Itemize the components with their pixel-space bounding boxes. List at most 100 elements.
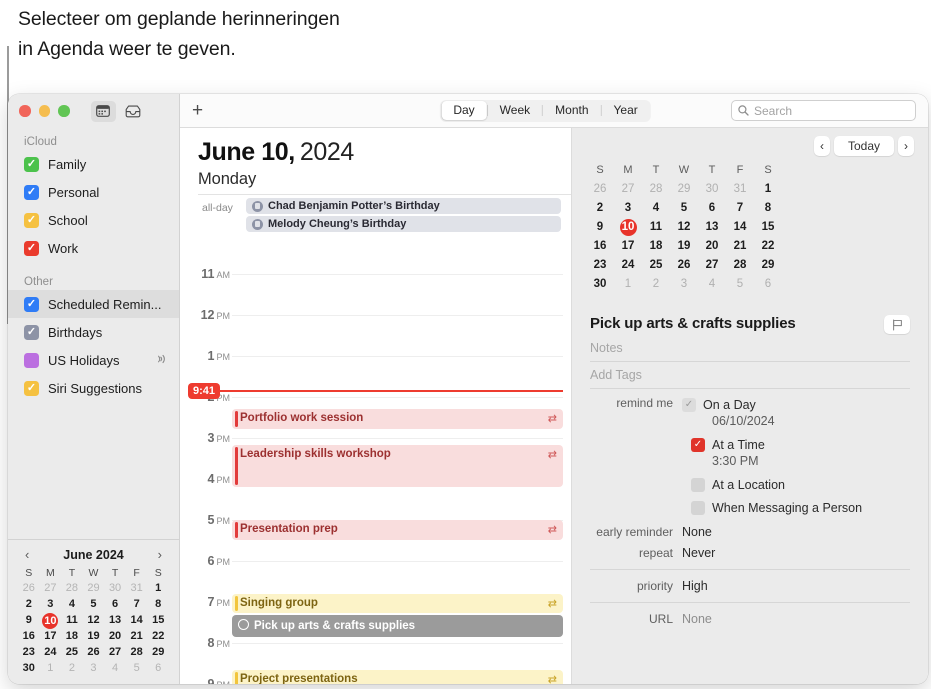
maximize-button[interactable] [58,105,70,117]
calendar-day[interactable]: 17 [614,238,642,255]
all-day-event[interactable]: Melody Cheung’s Birthday [246,216,561,232]
calendar-day[interactable]: 1 [40,661,62,676]
calendar-day[interactable]: 1 [147,581,169,596]
calendar-day[interactable]: 19 [83,629,105,644]
calendar-day[interactable]: 29 [670,181,698,198]
calendar-day[interactable]: 26 [83,645,105,660]
tags-field[interactable]: Add Tags [590,362,910,388]
calendar-day[interactable]: 11 [61,613,83,628]
at-a-time-value[interactable]: 3:30 PM [590,454,910,468]
calendar-day[interactable]: 5 [83,597,105,612]
calendar-day[interactable]: 5 [126,661,148,676]
calendar-day-today[interactable]: 10 [40,613,62,629]
calendar-day[interactable]: 24 [40,645,62,660]
calendar-day[interactable]: 7 [726,200,754,217]
calendar-day[interactable]: 25 [642,257,670,274]
calendar-day[interactable]: 20 [104,629,126,644]
minimize-button[interactable] [38,105,50,117]
calendar-day[interactable]: 12 [670,219,698,236]
sidebar-item-birthdays[interactable]: ✓ Birthdays [8,318,179,346]
calendar-day[interactable]: 13 [104,613,126,628]
calendar-day[interactable]: 24 [614,257,642,274]
checkbox-at-a-location[interactable] [691,478,705,492]
mini-calendar-prev-button[interactable]: ‹ [22,547,32,562]
checkbox-school[interactable]: ✓ [24,212,39,228]
calendar-day[interactable]: 26 [18,581,40,596]
notes-field[interactable]: Notes [590,341,910,361]
checkbox-personal[interactable]: ✓ [24,184,39,200]
calendar-day[interactable]: 13 [698,219,726,236]
calendar-day[interactable]: 2 [18,597,40,612]
calendar-day[interactable]: 23 [18,645,40,660]
calendar-day[interactable]: 23 [586,257,614,274]
sidebar-item-siri-suggestions[interactable]: ✓ Siri Suggestions [8,374,179,402]
calendar-day[interactable]: 3 [670,276,698,293]
calendar-day[interactable]: 4 [104,661,126,676]
calendar-day[interactable]: 8 [147,597,169,612]
previous-day-button[interactable]: ‹ [813,136,830,156]
flag-button[interactable] [884,315,910,334]
calendar-day[interactable]: 20 [698,238,726,255]
calendar-day[interactable]: 30 [698,181,726,198]
calendar-day[interactable]: 18 [61,629,83,644]
todo-checkbox-icon[interactable] [238,619,249,630]
on-a-day-option[interactable]: ✓ On a Day [682,398,756,412]
sidebar-item-school[interactable]: ✓ School [8,206,179,234]
calendar-day[interactable]: 2 [61,661,83,676]
checkbox-family[interactable]: ✓ [24,156,39,172]
add-event-button[interactable]: + [192,101,203,120]
calendar-day[interactable]: 14 [126,613,148,628]
early-reminder-value[interactable]: None [682,525,712,539]
calendar-day[interactable]: 28 [726,257,754,274]
sidebar-item-scheduled-reminders[interactable]: ✓ Scheduled Remin... [8,290,179,318]
checkbox-siri-suggestions[interactable]: ✓ [24,380,39,396]
checkbox-when-messaging[interactable] [691,501,705,515]
calendar-day[interactable]: 26 [586,181,614,198]
calendar-day[interactable]: 21 [126,629,148,644]
sidebar-item-family[interactable]: ✓ Family [8,150,179,178]
calendar-day[interactable]: 28 [61,581,83,596]
calendar-day[interactable]: 11 [642,219,670,236]
calendar-day[interactable]: 27 [40,581,62,596]
calendar-day[interactable]: 3 [40,597,62,612]
checkbox-scheduled-reminders[interactable]: ✓ [24,296,39,312]
calendar-day[interactable]: 6 [104,597,126,612]
on-a-day-value[interactable]: 06/10/2024 [590,414,910,428]
calendar-day[interactable]: 6 [698,200,726,217]
calendar-day[interactable]: 5 [726,276,754,293]
at-a-time-option[interactable]: ✓ At a Time [691,438,765,452]
calendar-day[interactable]: 15 [754,219,782,236]
calendar-view-icon[interactable] [90,100,116,122]
calendar-day-today[interactable]: 10 [614,219,642,236]
calendar-day[interactable]: 9 [18,613,40,628]
day-grid[interactable]: 11AM12PM1PM2PM3PM4PM5PM6PM7PM8PM9PM 9:41… [180,235,571,684]
tab-week[interactable]: Week [488,101,542,120]
priority-value[interactable]: High [682,579,708,593]
event-project-presentations[interactable]: Project presentations 5 – 7PM ⇄ [232,670,563,684]
checkbox-at-a-time[interactable]: ✓ [691,438,705,452]
repeat-value[interactable]: Never [682,546,715,560]
calendar-day[interactable]: 25 [61,645,83,660]
checkbox-birthdays[interactable]: ✓ [24,324,39,340]
sidebar-item-work[interactable]: ✓ Work [8,234,179,262]
calendar-day[interactable]: 4 [698,276,726,293]
calendar-day[interactable]: 27 [104,645,126,660]
calendar-day[interactable]: 28 [126,645,148,660]
calendar-day[interactable]: 15 [147,613,169,628]
event-presentation-prep[interactable]: Presentation prep ⇄ [232,520,563,540]
calendar-day[interactable]: 19 [670,238,698,255]
calendar-day[interactable]: 8 [754,200,782,217]
checkbox-work[interactable]: ✓ [24,240,39,256]
all-day-event[interactable]: Chad Benjamin Potter’s Birthday [246,198,561,214]
when-messaging-option[interactable]: When Messaging a Person [691,501,862,515]
calendar-day[interactable]: 2 [586,200,614,217]
tab-year[interactable]: Year [602,101,650,120]
checkbox-on-a-day[interactable]: ✓ [682,398,696,412]
calendar-day[interactable]: 6 [147,661,169,676]
tab-month[interactable]: Month [543,101,600,120]
today-button[interactable]: Today [833,136,894,156]
calendar-day[interactable]: 16 [586,238,614,255]
search-field[interactable]: Search [731,100,916,121]
calendar-day[interactable]: 21 [726,238,754,255]
calendar-day[interactable]: 26 [670,257,698,274]
